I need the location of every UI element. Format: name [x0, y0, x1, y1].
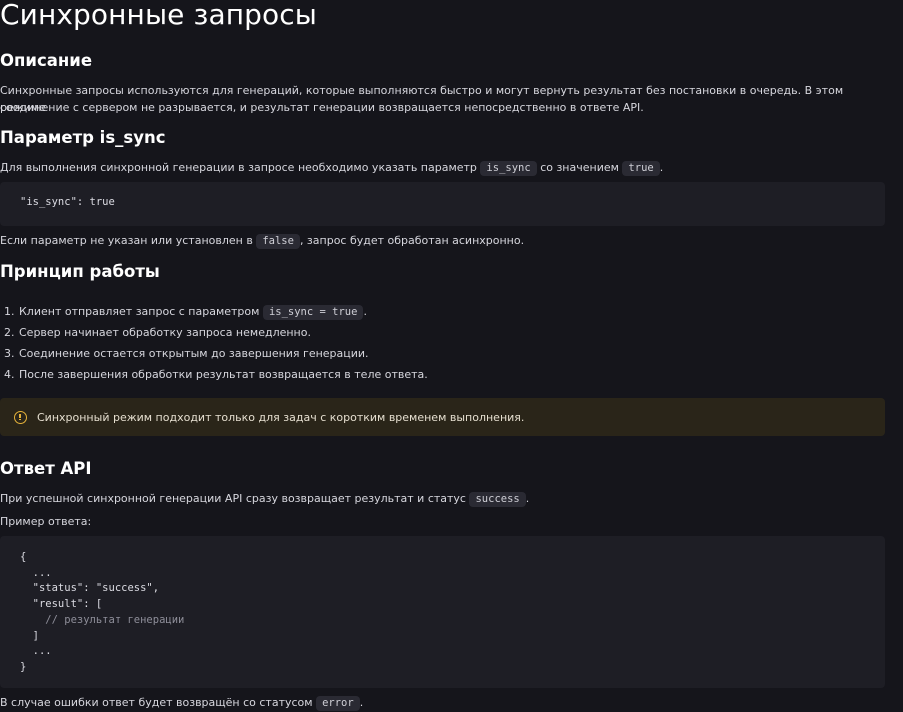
- code-block-is-sync-text: "is_sync": true: [20, 196, 115, 208]
- inline-code-false: false: [256, 234, 300, 249]
- example-label: Пример ответа:: [0, 515, 92, 528]
- param-text-end: .: [659, 161, 664, 174]
- section-heading-param: Параметр is_sync: [0, 128, 166, 147]
- param-after-before: Если параметр не указан или установлен в: [0, 234, 253, 247]
- code-line: }: [20, 660, 27, 673]
- param-after-text: Если параметр не указан или установлен в…: [0, 232, 885, 249]
- warning-callout: Синхронный режим подходит только для зад…: [0, 398, 885, 436]
- inline-code-success: success: [469, 492, 526, 507]
- warning-icon: [14, 410, 27, 424]
- list-number: 1.: [4, 305, 15, 318]
- error-text-end: .: [359, 696, 364, 709]
- code-line: {: [20, 551, 27, 563]
- page: Синхронные запросы Описание Синхронные з…: [0, 0, 903, 712]
- param-text-mid: со значением: [540, 161, 619, 174]
- inline-code-is-sync-true: is_sync = true: [262, 305, 364, 320]
- section-heading-api: Ответ API: [0, 459, 92, 478]
- code-block-is-sync: "is_sync": true: [0, 182, 885, 226]
- api-text-end: .: [525, 492, 530, 505]
- param-after-end: , запрос будет обработан асинхронно.: [299, 234, 525, 247]
- list-number: 3.: [4, 347, 15, 360]
- list-text: Соединение остается открытым до завершен…: [19, 347, 369, 360]
- code-block-example: { ... "status": "success", "result": [ /…: [0, 536, 885, 688]
- code-line-comment: // результат генерации: [20, 613, 185, 626]
- error-text-before: В случае ошибки ответ будет возвращён со…: [0, 696, 313, 709]
- list-number: 2.: [4, 326, 15, 339]
- api-text-before: При успешной синхронной генерации API ср…: [0, 492, 466, 505]
- param-text-before: Для выполнения синхронной генерации в за…: [0, 161, 477, 174]
- section-heading-principle: Принцип работы: [0, 262, 160, 281]
- code-line: ]: [20, 629, 39, 642]
- list-text: После завершения обработки результат воз…: [19, 368, 428, 381]
- warning-text: Синхронный режим подходит только для зад…: [37, 410, 525, 424]
- list-item: 3. Соединение остается открытым до завер…: [0, 343, 885, 364]
- list-number: 4.: [4, 368, 15, 381]
- error-text: В случае ошибки ответ будет возвращён со…: [0, 694, 885, 711]
- list-text-end: .: [363, 305, 367, 318]
- list-item: 2. Сервер начинает обработку запроса нем…: [0, 322, 885, 343]
- inline-code-error: error: [316, 696, 360, 711]
- api-text: При успешной синхронной генерации API ср…: [0, 490, 885, 507]
- code-line: ...: [20, 645, 52, 658]
- code-line: "result": [: [20, 598, 103, 611]
- param-text: Для выполнения синхронной генерации в за…: [0, 159, 885, 176]
- list-text: Клиент отправляет запрос с параметром: [19, 305, 260, 318]
- code-line: ...: [20, 566, 52, 579]
- list-text: Сервер начинает обработку запроса немедл…: [19, 326, 311, 339]
- inline-code-is-sync: is_sync: [480, 161, 537, 176]
- list-item: 1. Клиент отправляет запрос с параметром…: [0, 301, 885, 322]
- list-item: 4. После завершения обработки результат …: [0, 364, 885, 385]
- page-title: Синхронные запросы: [0, 0, 317, 31]
- description-text-2: соединение с сервером не разрывается, и …: [0, 101, 644, 114]
- code-line: "status": "success",: [20, 582, 160, 595]
- section-heading-description: Описание: [0, 51, 93, 70]
- inline-code-true: true: [622, 161, 660, 176]
- principle-list: 1. Клиент отправляет запрос с параметром…: [0, 301, 885, 385]
